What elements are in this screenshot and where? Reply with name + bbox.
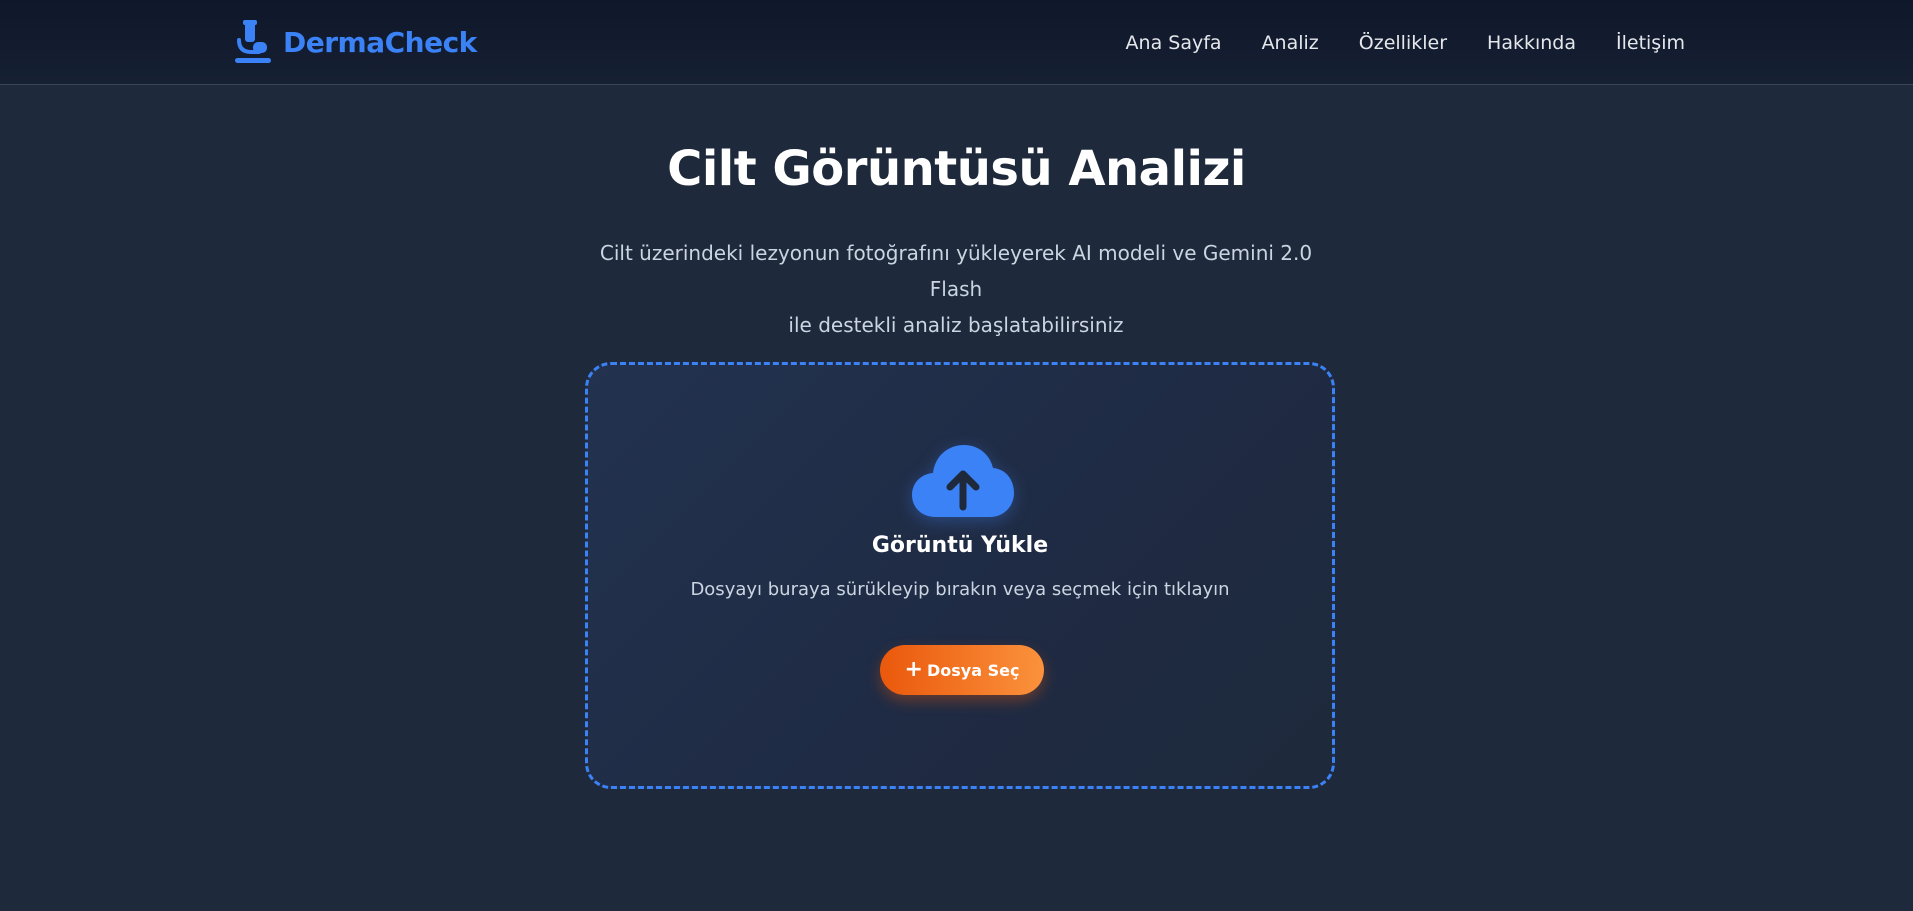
page-subtitle-line-1: Cilt üzerindeki lezyonun fotoğrafını yük… <box>599 241 1313 301</box>
nav-item-iletisim[interactable]: İletişim <box>1616 32 1685 54</box>
nav-item-hakkinda[interactable]: Hakkında <box>1487 32 1576 54</box>
choose-file-label: Dosya Seç <box>926 660 1020 680</box>
brand-name: DermaCheck <box>283 25 477 59</box>
nav-item-analiz[interactable]: Analiz <box>1262 32 1319 54</box>
plus-icon: + <box>904 657 923 682</box>
choose-file-button[interactable]: + Dosya Seç <box>880 645 1044 695</box>
upload-dropzone[interactable]: Görüntü Yükle Dosyayı buraya sürükleyip … <box>585 362 1335 789</box>
brand-logo-link[interactable]: DermaCheck <box>233 20 477 64</box>
top-navbar: DermaCheck Ana Sayfa Analiz Özellikler H… <box>0 0 1913 85</box>
main-content: Cilt Görüntüsü Analizi Cilt üzerindeki l… <box>0 85 1913 911</box>
cloud-upload-icon <box>910 443 1016 519</box>
microscope-icon <box>233 20 273 64</box>
upload-title: Görüntü Yükle <box>871 533 1049 558</box>
nav-menu: Ana Sayfa Analiz Özellikler Hakkında İle… <box>1086 0 1685 85</box>
page-subtitle-line-2: ile destekli analiz başlatabilirsiniz <box>788 313 1124 337</box>
page-subtitle: Cilt üzerindeki lezyonun fotoğrafını yük… <box>576 235 1336 343</box>
nav-item-ozellikler[interactable]: Özellikler <box>1359 32 1447 54</box>
upload-hint: Dosyayı buraya sürükleyip bırakın veya s… <box>690 579 1230 600</box>
nav-item-ana-sayfa[interactable]: Ana Sayfa <box>1126 32 1222 54</box>
page-title: Cilt Görüntüsü Analizi <box>667 141 1246 197</box>
